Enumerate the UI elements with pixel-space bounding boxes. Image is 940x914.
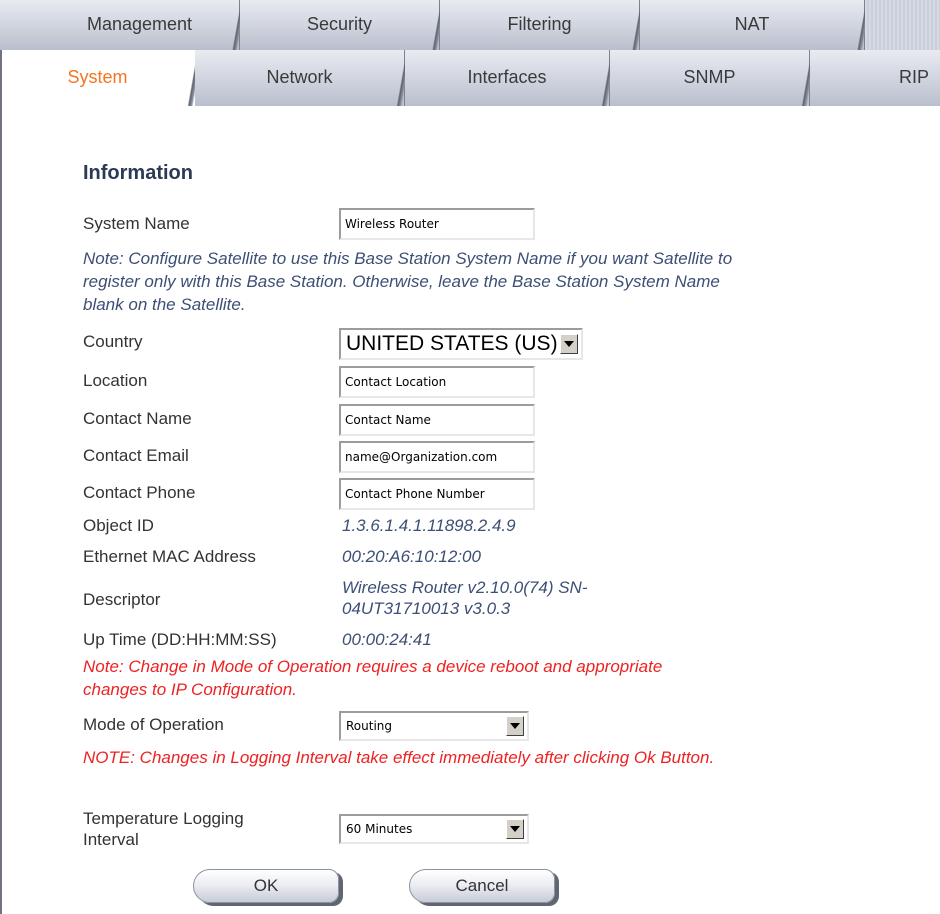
tab-interfaces[interactable]: Interfaces	[405, 50, 617, 106]
tab-bar-tail	[865, 0, 940, 50]
descriptor-line-1: Wireless Router v2.10.0(74) SN-	[342, 578, 588, 597]
descriptor-label: Descriptor	[83, 590, 161, 609]
contact-name-field[interactable]	[339, 404, 535, 436]
location-label: Location	[83, 371, 148, 390]
system-name-field[interactable]	[339, 208, 535, 240]
temp-logging-label-line-1: Temperature Logging	[83, 809, 244, 828]
tab-network[interactable]: Network	[195, 50, 412, 106]
tab-snmp[interactable]: SNMP	[610, 50, 817, 106]
tab-rip[interactable]: RIP	[810, 50, 940, 106]
country-select[interactable]: UNITED STATES (US)	[339, 328, 583, 360]
chevron-down-icon[interactable]	[506, 716, 524, 736]
tab-nat[interactable]: NAT	[640, 0, 872, 50]
mac-address-value: 00:20:A6:10:12:00	[342, 547, 481, 566]
contact-phone-field[interactable]	[339, 478, 535, 510]
tab-network-label: Network	[266, 66, 333, 87]
logging-warning-note: NOTE: Changes in Logging Interval take e…	[83, 748, 715, 767]
tab-management[interactable]: Management	[40, 0, 247, 50]
mode-label: Mode of Operation	[83, 715, 224, 734]
temp-logging-select-value: 60 Minutes	[346, 822, 413, 836]
system-name-label: System Name	[83, 214, 190, 233]
mode-select[interactable]: Routing	[339, 711, 529, 741]
chevron-down-icon[interactable]	[506, 819, 524, 839]
tab-management-label: Management	[86, 13, 193, 34]
contact-name-label: Contact Name	[83, 409, 192, 428]
top-tab-bar: Management Security Filtering NAT	[0, 0, 940, 50]
contact-phone-label: Contact Phone	[83, 483, 196, 502]
tab-rip-label: RIP	[898, 66, 929, 87]
ok-button[interactable]: OK	[193, 869, 339, 903]
tab-security-label: Security	[306, 13, 373, 34]
uptime-value: 00:00:24:41	[342, 630, 432, 649]
location-field[interactable]	[339, 366, 535, 398]
tab-nat-label: NAT	[734, 13, 770, 34]
tab-system[interactable]: System	[0, 50, 203, 106]
country-select-value: UNITED STATES (US)	[346, 332, 558, 355]
descriptor-value: Wireless Router v2.10.0(74) SN- 04UT3171…	[342, 577, 588, 619]
descriptor-line-2: 04UT31710013 v3.0.3	[342, 599, 511, 618]
system-name-note: Note: Configure Satellite to use this Ba…	[83, 249, 733, 314]
cancel-button[interactable]: Cancel	[409, 869, 555, 903]
temp-logging-select[interactable]: 60 Minutes	[339, 814, 529, 844]
tab-security[interactable]: Security	[240, 0, 447, 50]
contact-email-label: Contact Email	[83, 446, 189, 465]
temp-logging-label-line-2: Interval	[83, 830, 139, 849]
mac-address-label: Ethernet MAC Address	[83, 547, 256, 566]
uptime-label: Up Time (DD:HH:MM:SS)	[83, 630, 277, 649]
tab-filtering-label: Filtering	[507, 13, 572, 34]
country-label: Country	[83, 332, 143, 351]
chevron-down-icon[interactable]	[560, 334, 578, 354]
object-id-label: Object ID	[83, 516, 154, 535]
contact-email-field[interactable]	[339, 441, 535, 473]
object-id-value: 1.3.6.1.4.1.11898.2.4.9	[342, 516, 516, 535]
temp-logging-label: Temperature Logging Interval	[83, 808, 244, 850]
mode-warning-note: Note: Change in Mode of Operation requir…	[83, 657, 663, 699]
mode-select-value: Routing	[346, 719, 393, 733]
section-heading: Information	[83, 162, 193, 184]
system-information-panel: Information System Name Note: Configure …	[0, 106, 940, 914]
tab-bar-lead	[0, 0, 40, 50]
tab-filtering[interactable]: Filtering	[440, 0, 647, 50]
sub-tab-bar: System Network Interfaces SNMP RIP	[0, 50, 940, 106]
tab-system-label: System	[67, 66, 128, 87]
tab-snmp-label: SNMP	[683, 66, 736, 87]
tab-interfaces-label: Interfaces	[467, 66, 547, 87]
